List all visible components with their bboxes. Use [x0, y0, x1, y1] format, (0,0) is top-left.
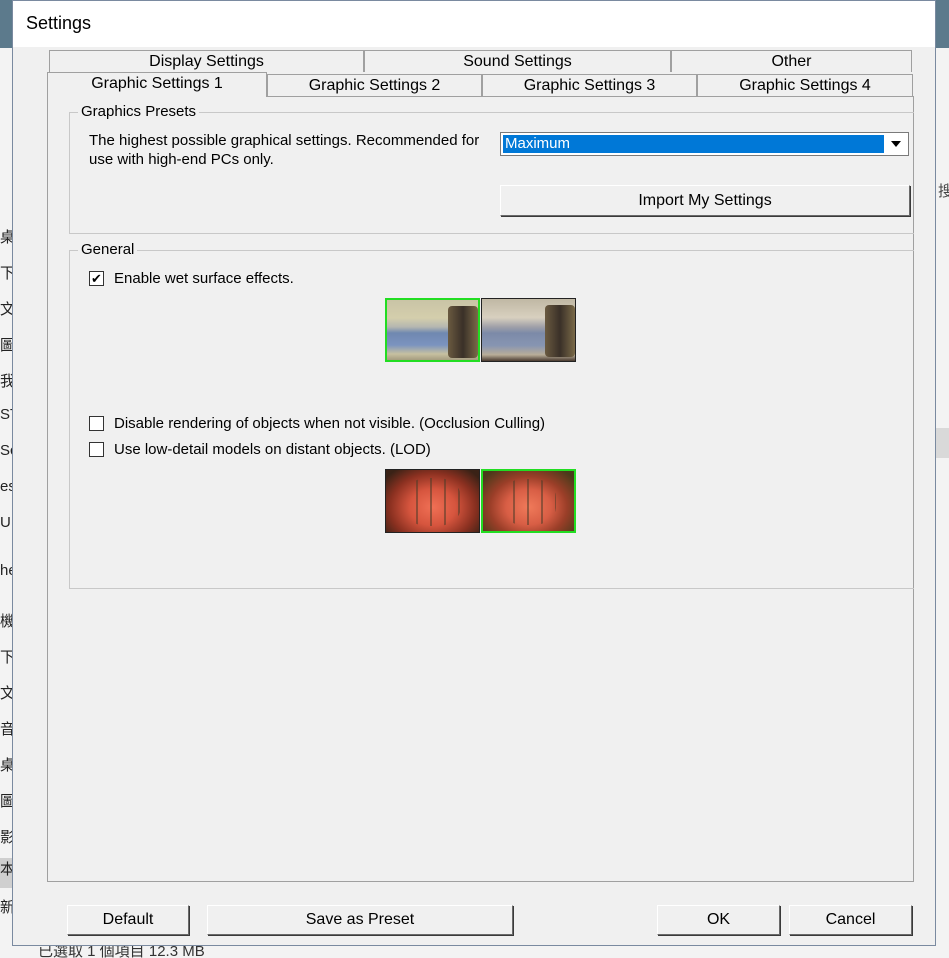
bg-nav-item: 桌: [0, 229, 12, 246]
preset-select[interactable]: Maximum: [500, 132, 909, 156]
bg-nav-item: 我: [0, 373, 12, 390]
lod-label: Use low-detail models on distant objects…: [114, 441, 431, 458]
preset-description: The highest possible graphical settings.…: [89, 132, 480, 168]
tab-graphic-settings-4[interactable]: Graphic Settings 4: [697, 74, 913, 96]
bg-nav-item: es: [0, 478, 12, 495]
bg-nav-item: 下: [0, 265, 12, 282]
preview-detail: [545, 305, 575, 357]
default-button[interactable]: Default: [67, 905, 189, 935]
bg-nav-item: he: [0, 562, 12, 579]
title-bar: Settings: [13, 1, 935, 47]
settings-dialog: Settings Display Settings Sound Settings…: [12, 0, 936, 946]
bg-nav-item: 影: [0, 829, 12, 846]
bg-nav-item: 機: [0, 613, 12, 630]
bg-nav-item: UP: [0, 514, 12, 531]
chevron-down-icon[interactable]: [885, 134, 907, 154]
bg-nav-item: ST: [0, 406, 12, 423]
bg-search-glyph: 搜: [938, 183, 949, 200]
occlusion-culling-label: Disable rendering of objects when not vi…: [114, 415, 546, 432]
bg-nav-item: 圖: [0, 337, 12, 354]
tab-other[interactable]: Other: [671, 50, 912, 72]
tab-graphic-settings-2[interactable]: Graphic Settings 2: [267, 74, 482, 96]
lod-on-preview: [481, 469, 576, 533]
occlusion-culling-checkbox[interactable]: [89, 416, 104, 431]
bg-nav-item: 下: [0, 649, 12, 666]
cancel-button[interactable]: Cancel: [789, 905, 912, 935]
wet-effect-on-preview: [385, 298, 480, 362]
tab-display-settings[interactable]: Display Settings: [49, 50, 364, 72]
bg-nav-item: 本: [0, 858, 12, 888]
preview-detail: [404, 478, 461, 526]
bg-nav-item: 新: [0, 899, 12, 916]
tab-panel: Graphics Presets The highest possible gr…: [47, 96, 914, 882]
preview-detail: [448, 306, 478, 358]
save-as-preset-button[interactable]: Save as Preset: [207, 905, 513, 935]
bg-nav-item: Scr: [0, 442, 12, 459]
graphics-presets-group: Graphics Presets The highest possible gr…: [69, 103, 914, 234]
bg-status-text: 已選取 1 個項目 12.3 MB: [38, 946, 205, 958]
bg-nav-item: 桌: [0, 757, 12, 774]
ok-button[interactable]: OK: [657, 905, 780, 935]
desktop-wallpaper-strip: [936, 0, 949, 48]
lod-checkbox[interactable]: [89, 442, 104, 457]
wet-surface-checkbox[interactable]: ✔: [89, 271, 104, 286]
graphics-presets-title: Graphics Presets: [78, 103, 200, 120]
bg-nav-item: 音: [0, 721, 12, 738]
background-explorer-right: 搜: [936, 0, 949, 958]
background-status-bar: 已選取 1 個項目 12.3 MB: [12, 946, 936, 958]
wet-surface-label: Enable wet surface effects.: [114, 270, 294, 287]
general-title: General: [78, 241, 138, 258]
preview-detail: [501, 479, 556, 525]
tab-sound-settings[interactable]: Sound Settings: [364, 50, 671, 72]
general-group: General ✔ Enable wet surface effects. Di…: [69, 241, 914, 589]
tab-graphic-settings-1[interactable]: Graphic Settings 1: [47, 72, 267, 97]
bg-nav-item: 圖: [0, 793, 12, 810]
bg-row-highlight: [936, 428, 949, 458]
window-title: Settings: [26, 13, 92, 33]
import-my-settings-button[interactable]: Import My Settings: [500, 185, 910, 216]
bg-nav-item: 文: [0, 301, 12, 318]
wet-effect-off-preview: [481, 298, 576, 362]
bg-nav-item: 文: [0, 685, 12, 702]
background-explorer-left: 桌 下 文 圖 我 ST Scr es UP he 機 下 文 音 桌 圖 影 …: [0, 0, 12, 958]
preset-selected-value: Maximum: [503, 135, 884, 153]
lod-off-preview: [385, 469, 480, 533]
tab-graphic-settings-3[interactable]: Graphic Settings 3: [482, 74, 697, 96]
desktop-wallpaper-strip: [0, 0, 12, 48]
